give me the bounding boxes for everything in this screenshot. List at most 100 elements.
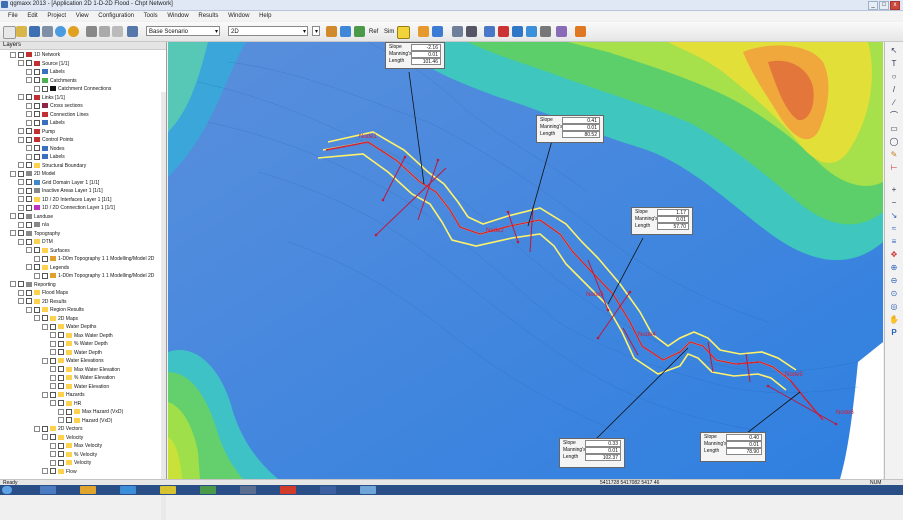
layer-tree-item[interactable]: DTM (18, 238, 53, 246)
menu-window-2[interactable]: Window (228, 13, 249, 19)
layers-icon[interactable] (512, 26, 523, 37)
highlight-icon[interactable] (397, 26, 410, 39)
taskbar-app-icon[interactable] (200, 486, 216, 494)
layer-tree-item[interactable]: 1-D0m Topography 1 1 Modelling/Model 2D (34, 255, 154, 263)
minimize-button[interactable]: _ (868, 1, 878, 10)
expand-toggle-icon[interactable] (50, 349, 56, 356)
expand-toggle-icon[interactable] (50, 383, 56, 390)
menu-window[interactable]: Window (167, 13, 188, 19)
visibility-checkbox[interactable] (34, 111, 40, 118)
taskbar-app-icon[interactable] (280, 486, 296, 494)
shape-icon[interactable]: ▭ (889, 124, 899, 134)
visibility-checkbox[interactable] (34, 145, 40, 152)
expand-toggle-icon[interactable] (18, 238, 24, 245)
panel-scrollbar[interactable] (161, 92, 166, 520)
paste-icon[interactable] (112, 26, 123, 37)
move-icon[interactable]: ✥ (889, 250, 899, 260)
start-icon[interactable] (2, 486, 12, 494)
plus-icon[interactable]: + (889, 185, 899, 195)
layer-tree-item[interactable]: n/a (18, 221, 49, 229)
expand-toggle-icon[interactable] (18, 128, 24, 135)
close-button[interactable]: x (890, 1, 900, 10)
expand-toggle-icon[interactable] (10, 170, 16, 177)
layer-tree-item[interactable]: Source [1/1] (18, 60, 69, 68)
visibility-checkbox[interactable] (18, 281, 24, 288)
menu-file[interactable]: File (8, 13, 18, 19)
layer-tree-item[interactable]: Legends (26, 264, 69, 272)
layer-tree-item[interactable]: 1D / 2D Connection Layer 1 [1/1] (18, 204, 115, 212)
visibility-checkbox[interactable] (42, 85, 48, 92)
expand-toggle-icon[interactable] (26, 264, 32, 271)
report-icon[interactable] (484, 26, 495, 37)
expand-toggle-icon[interactable] (26, 153, 32, 160)
expand-toggle-icon[interactable] (42, 434, 48, 441)
layer-tree-item[interactable]: % Velocity (50, 451, 97, 459)
layer-tree-item[interactable]: 1-D0m Topography 1 1 Modelling/Model 2D (34, 272, 154, 280)
expand-toggle-icon[interactable] (26, 306, 32, 313)
visibility-checkbox[interactable] (34, 306, 40, 313)
zoom-out-icon[interactable]: ⊖ (889, 276, 899, 286)
expand-toggle-icon[interactable] (26, 68, 32, 75)
layer-tree-item[interactable]: Connection Lines (26, 111, 89, 119)
sim-label[interactable]: Sim (384, 29, 394, 35)
expand-toggle-icon[interactable] (18, 179, 24, 186)
open-folder-icon[interactable] (16, 26, 27, 37)
visibility-checkbox[interactable] (66, 408, 72, 415)
expand-toggle-icon[interactable] (50, 374, 56, 381)
layer-tree-item[interactable]: Structural Boundary (18, 162, 86, 170)
layer-tree-item[interactable]: Water Depth (50, 349, 102, 357)
layer-tree-item[interactable]: % Water Elevation (50, 374, 115, 382)
layer-tree-item[interactable]: Max Velocity (50, 442, 102, 450)
visibility-checkbox[interactable] (26, 238, 32, 245)
expand-toggle-icon[interactable] (42, 323, 48, 330)
results-icon[interactable] (526, 26, 537, 37)
visibility-checkbox[interactable] (18, 170, 24, 177)
layer-tree-item[interactable]: Catchments (26, 77, 77, 85)
expand-toggle-icon[interactable] (26, 77, 32, 84)
visibility-checkbox[interactable] (66, 417, 72, 424)
layer-tree-item[interactable]: Inactive Areas Layer 1 [1/1] (18, 187, 103, 195)
visibility-checkbox[interactable] (42, 315, 48, 322)
section-icon[interactable] (466, 26, 477, 37)
expand-toggle-icon[interactable] (26, 145, 32, 152)
layer-tree-item[interactable]: Nodes (26, 145, 64, 153)
tools-icon[interactable] (556, 26, 567, 37)
split-icon[interactable]: ≈ (889, 224, 899, 234)
expand-toggle-icon[interactable] (18, 136, 24, 143)
visibility-checkbox[interactable] (58, 332, 64, 339)
chart-icon[interactable] (418, 26, 429, 37)
table-icon[interactable] (432, 26, 443, 37)
expand-toggle-icon[interactable] (18, 204, 24, 211)
expand-toggle-icon[interactable] (50, 332, 56, 339)
expand-toggle-icon[interactable] (50, 400, 56, 407)
taskbar-app-icon[interactable] (320, 486, 336, 494)
visibility-checkbox[interactable] (50, 434, 56, 441)
visibility-checkbox[interactable] (50, 468, 56, 475)
hand-icon[interactable]: ✋ (889, 315, 899, 325)
visibility-checkbox[interactable] (18, 51, 24, 58)
profile-icon[interactable] (452, 26, 463, 37)
taskbar-app-icon[interactable] (120, 486, 136, 494)
map-canvas[interactable]: Node1 Node2 Node3 Node4 Node5 Node6 (168, 42, 883, 479)
visibility-checkbox[interactable] (34, 264, 40, 271)
layer-tree-item[interactable]: 2D Model (10, 170, 55, 178)
visibility-checkbox[interactable] (34, 153, 40, 160)
layer-tree-item[interactable]: Hazards (42, 391, 85, 399)
layer-tree-item[interactable]: HR (50, 400, 81, 408)
menu-results[interactable]: Results (198, 13, 218, 19)
visibility-checkbox[interactable] (58, 374, 64, 381)
section-tool-icon[interactable]: ⊢ (889, 163, 899, 173)
visibility-checkbox[interactable] (26, 60, 32, 67)
visibility-checkbox[interactable] (58, 442, 64, 449)
node-label[interactable]: Node6 (836, 410, 854, 416)
expand-toggle-icon[interactable] (26, 111, 32, 118)
print-icon[interactable] (42, 26, 53, 37)
taskbar-app-icon[interactable] (240, 486, 256, 494)
layer-tree-item[interactable]: Hazard (VxD) (58, 417, 112, 425)
expand-toggle-icon[interactable] (34, 425, 40, 432)
visibility-checkbox[interactable] (42, 255, 48, 262)
visibility-checkbox[interactable] (58, 451, 64, 458)
visibility-checkbox[interactable] (58, 383, 64, 390)
properties-icon[interactable]: P (889, 328, 899, 338)
expand-toggle-icon[interactable] (42, 391, 48, 398)
